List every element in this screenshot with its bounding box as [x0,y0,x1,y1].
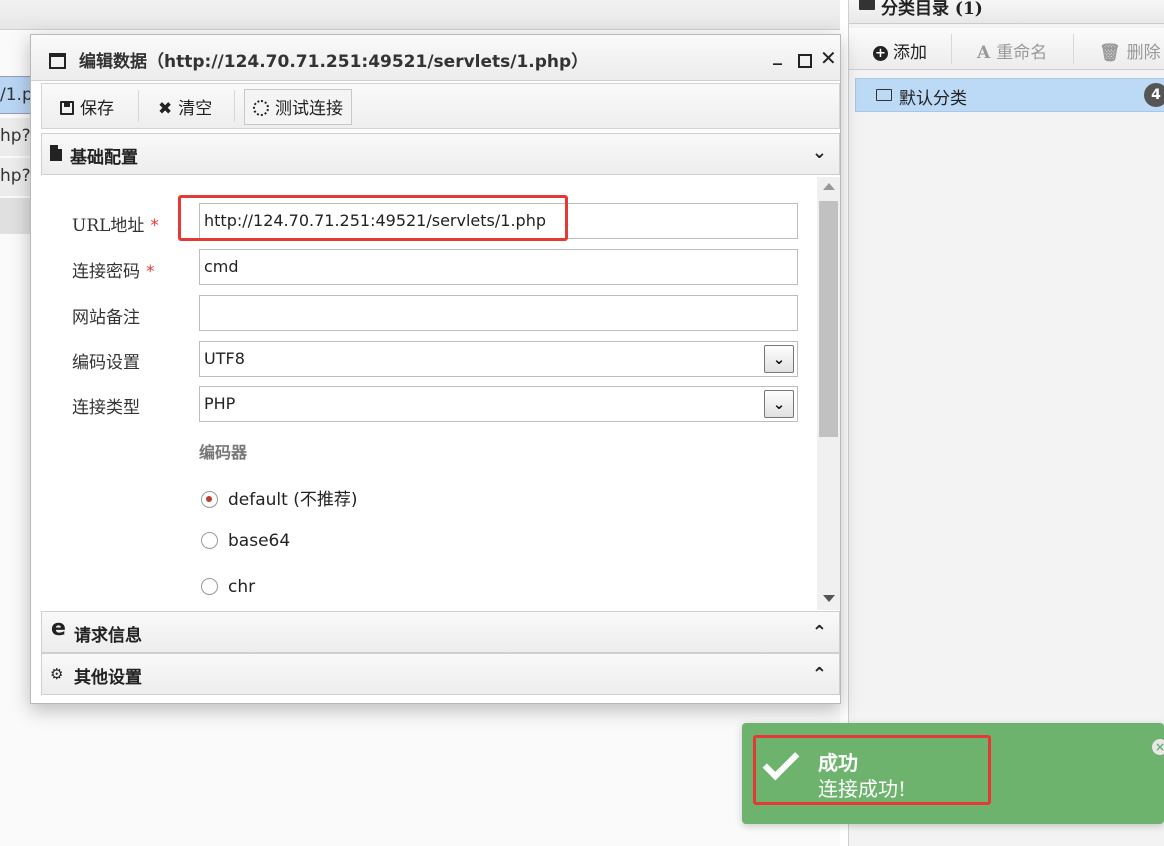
table-row[interactable]: hp? [0,158,32,196]
spinner-icon [253,100,269,116]
scroll-up-arrow-icon[interactable] [823,183,835,190]
test-connection-button[interactable]: 测试连接 [244,89,352,125]
chevron-up-icon: ⌃ [811,622,827,643]
scroll-thumb[interactable] [819,201,838,437]
edit-data-dialog: 编辑数据（http://124.70.71.251:49521/servlets… [30,34,841,704]
category-item-default[interactable]: 默认分类 4 [855,78,1164,112]
section-request-info[interactable]: e 请求信息 ⌃ [41,611,840,653]
radio-icon[interactable] [201,578,218,595]
type-label: 连接类型 [72,398,140,418]
toolbar-divider [138,90,139,122]
dialog-title: 编辑数据（http://124.70.71.251:49521/servlets… [79,52,589,72]
chevron-down-icon: ⌄ [811,142,827,163]
checkmark-icon [762,743,800,781]
radio-icon[interactable] [201,532,218,549]
connection-type-value: PHP [204,394,236,413]
radio-checked-icon[interactable] [201,491,218,508]
note-label: 网站备注 [72,308,140,328]
window-icon [49,53,66,69]
password-label-text: 连接密码 [72,262,140,282]
toolbar-divider [951,34,952,64]
required-mark: * [150,216,159,236]
basic-config-form: URL地址 * http://124.70.71.251:49521/servle… [41,177,840,610]
encoding-label: 编码设置 [72,353,140,373]
chevron-down-icon[interactable]: ⌄ [764,390,794,418]
success-toast: 成功 连接成功! × [742,723,1164,824]
form-scrollbar[interactable] [817,177,840,610]
maximize-button[interactable] [798,54,812,68]
gears-icon: ⚙ [50,665,64,683]
document-icon [50,145,62,161]
scroll-down-arrow-icon[interactable] [823,595,835,602]
clear-button[interactable]: ✖ 清空 [158,94,212,119]
chevron-down-icon[interactable]: ⌄ [764,345,794,373]
encoder-option-chr[interactable]: chr [201,577,255,597]
encoding-select-value: UTF8 [204,349,245,368]
required-mark: * [146,262,155,282]
toast-message: 连接成功! [818,777,907,801]
table-row[interactable] [0,198,32,234]
font-icon: A [977,43,991,63]
section-other-title: 其他设置 [74,668,142,688]
rename-category-label: 重命名 [996,43,1048,63]
delete-category-label: 删除 [1126,43,1161,63]
section-basic-title: 基础配置 [70,148,138,168]
toolbar-divider [1073,34,1074,64]
row-text: /1.p [0,85,32,105]
close-button[interactable]: ✕ [820,46,837,70]
category-panel-header: 分类目录 (1) [849,0,1164,24]
toast-title: 成功 [818,751,858,775]
url-label: URL地址 * [72,211,159,236]
trash-icon: 🗑 [1099,43,1121,63]
category-item-label: 默认分类 [899,89,967,109]
password-label: 连接密码 * [72,257,155,282]
url-field[interactable]: http://124.70.71.251:49521/servlets/1.ph… [199,203,798,239]
password-field[interactable]: cmd [199,249,798,285]
save-label: 保存 [80,99,114,119]
encoder-option-base64[interactable]: base64 [201,531,290,551]
category-panel: 分类目录 (1) + 添加 A 重命名 🗑 删除 默认分类 4 [848,0,1164,846]
dialog-toolbar: 保存 ✖ 清空 测试连接 [41,83,840,129]
encoder-option-label: base64 [228,531,291,551]
add-category-label: 添加 [893,43,927,63]
floppy-disk-icon [60,101,74,115]
toolbar-divider [234,90,235,122]
encoder-option-default[interactable]: default (不推荐) [201,485,357,510]
category-panel-title: 分类目录 (1) [881,0,983,19]
clear-label: 清空 [178,99,213,119]
category-toolbar: + 添加 A 重命名 🗑 删除 [849,28,1164,70]
connection-type-select[interactable]: PHP ⌄ [199,386,798,422]
close-x-icon: ✖ [158,99,173,119]
add-category-button[interactable]: + 添加 [873,38,927,63]
ie-browser-icon: e [51,616,66,641]
row-text: hp? [0,166,31,186]
save-button[interactable]: 保存 [60,94,114,119]
section-basic-config[interactable]: 基础配置 ⌄ [41,133,840,175]
note-field[interactable] [199,295,798,331]
background-header [0,0,840,30]
plus-circle-icon: + [873,46,888,61]
chevron-up-icon: ⌃ [811,664,827,685]
folder-icon [859,0,875,10]
row-text: hp? [0,126,31,146]
encoder-option-label: chr [228,577,256,597]
table-row[interactable]: /1.p [0,76,32,114]
rename-category-button[interactable]: A 重命名 [977,38,1047,63]
test-connection-label: 测试连接 [275,99,343,119]
category-count-badge: 4 [1144,83,1164,107]
minimize-button[interactable]: _ [773,45,782,66]
toast-close-icon[interactable]: × [1152,739,1164,755]
folder-outline-icon [876,89,892,101]
section-other-settings[interactable]: ⚙ 其他设置 ⌃ [41,653,840,695]
table-row[interactable]: hp? [0,118,32,156]
encoder-option-label: default (不推荐) [228,490,358,510]
encoder-heading: 编码器 [199,443,248,462]
delete-category-button[interactable]: 🗑 删除 [1099,38,1161,63]
url-label-text: URL地址 [72,216,145,236]
dialog-titlebar[interactable]: 编辑数据（http://124.70.71.251:49521/servlets… [31,35,840,81]
encoding-select[interactable]: UTF8 ⌄ [199,341,798,377]
section-request-title: 请求信息 [74,626,142,646]
